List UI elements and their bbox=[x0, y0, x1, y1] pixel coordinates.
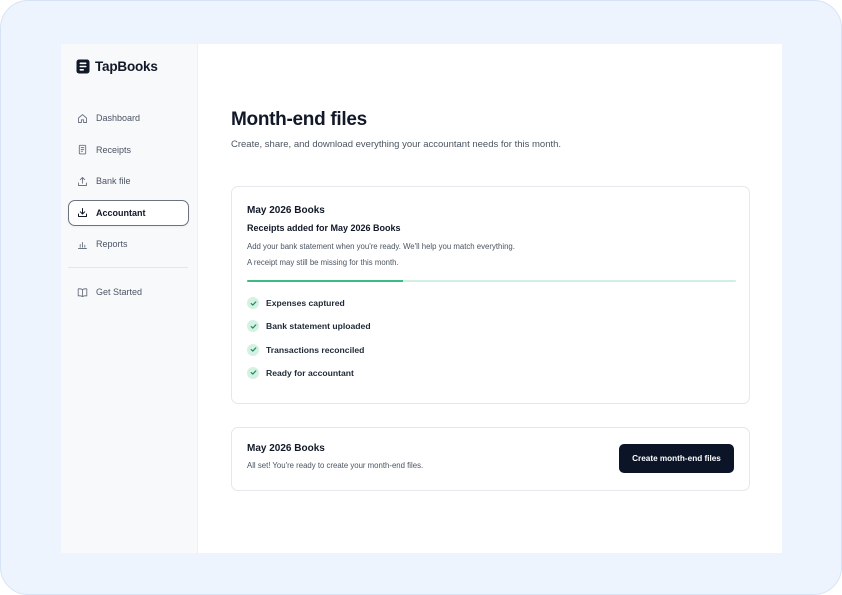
page-subtitle: Create, share, and download everything y… bbox=[231, 139, 562, 150]
bar-chart-icon bbox=[77, 239, 88, 250]
receipt-icon bbox=[77, 144, 88, 155]
status-note: Add your bank statement when you're read… bbox=[247, 242, 515, 251]
check-circle-icon bbox=[247, 366, 259, 379]
sidebar-item-receipts[interactable]: Receipts bbox=[68, 137, 189, 163]
sidebar-item-reports[interactable]: Reports bbox=[68, 231, 189, 257]
download-icon bbox=[77, 207, 88, 218]
check-circle-icon bbox=[247, 297, 259, 309]
sidebar-item-get-started[interactable]: Get Started bbox=[68, 279, 189, 305]
main-content: Month-end files Create, share, and downl… bbox=[198, 44, 782, 553]
checklist-item: Expenses captured bbox=[247, 297, 371, 309]
status-warning: A receipt may still be missing for this … bbox=[247, 258, 399, 267]
sidebar-item-label: Get Started bbox=[96, 287, 143, 298]
checklist-item-label: Expenses captured bbox=[266, 298, 345, 308]
checklist-item: Bank statement uploaded bbox=[247, 320, 371, 333]
checklist-item: Transactions reconciled bbox=[247, 343, 371, 356]
book-icon bbox=[76, 59, 90, 74]
home-icon bbox=[77, 113, 88, 124]
sidebar-item-label: Accountant bbox=[96, 207, 146, 218]
sidebar-item-label: Receipts bbox=[96, 144, 132, 155]
app-name: TapBooks bbox=[95, 59, 158, 74]
checklist-item: Ready for accountant bbox=[247, 366, 371, 379]
sidebar-item-bank-file[interactable]: Bank file bbox=[68, 168, 189, 194]
sidebar-item-accountant[interactable]: Accountant bbox=[68, 199, 189, 226]
ready-message: All set! You're ready to create your mon… bbox=[247, 461, 424, 470]
sidebar: TapBooks Dashboard Receipts Bank file Ac… bbox=[61, 44, 198, 553]
check-circle-icon bbox=[247, 343, 259, 356]
sidebar-item-label: Dashboard bbox=[96, 113, 141, 123]
checklist-item-label: Ready for accountant bbox=[266, 367, 354, 378]
book-open-icon bbox=[77, 287, 88, 298]
window-frame: TapBooks Dashboard Receipts Bank file Ac… bbox=[0, 0, 842, 595]
checklist-item-label: Bank statement uploaded bbox=[266, 321, 371, 332]
card-title: May 2026 Books bbox=[247, 443, 325, 454]
check-circle-icon bbox=[247, 320, 259, 333]
app-logo[interactable]: TapBooks bbox=[76, 59, 158, 74]
sidebar-nav: Dashboard Receipts Bank file Accountant … bbox=[68, 105, 189, 311]
checklist: Expenses captured Bank statement uploade… bbox=[247, 297, 371, 390]
card-title: May 2026 Books bbox=[247, 205, 325, 216]
upload-icon bbox=[77, 176, 88, 187]
create-files-card: May 2026 Books All set! You're ready to … bbox=[231, 427, 750, 491]
status-headline: Receipts added for May 2026 Books bbox=[247, 223, 401, 233]
sidebar-item-label: Bank file bbox=[96, 176, 131, 187]
progress-bar bbox=[247, 280, 736, 282]
app-window: TapBooks Dashboard Receipts Bank file Ac… bbox=[61, 44, 782, 553]
sidebar-item-label: Reports bbox=[96, 239, 128, 250]
sidebar-item-dashboard[interactable]: Dashboard bbox=[68, 105, 189, 131]
checklist-item-label: Transactions reconciled bbox=[266, 344, 365, 355]
page-title: Month-end files bbox=[231, 109, 367, 130]
create-month-end-files-button[interactable]: Create month-end files bbox=[619, 444, 734, 473]
sidebar-divider bbox=[68, 267, 188, 269]
progress-bar-fill bbox=[247, 280, 404, 282]
month-status-card: May 2026 Books Receipts added for May 20… bbox=[231, 186, 750, 404]
